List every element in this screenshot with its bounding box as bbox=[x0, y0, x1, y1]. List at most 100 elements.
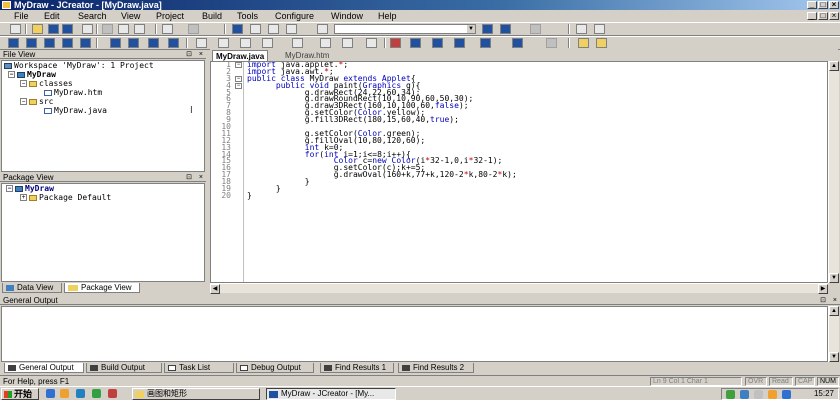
scroll-down-icon[interactable]: ▼ bbox=[829, 273, 839, 283]
indent-icon[interactable] bbox=[196, 38, 207, 48]
fullscreen-icon[interactable] bbox=[80, 38, 91, 48]
save-all-icon[interactable] bbox=[62, 24, 73, 34]
paste-icon[interactable] bbox=[134, 24, 145, 34]
arrange-icon[interactable] bbox=[168, 38, 179, 48]
tab-find-results-1[interactable]: Find Results 1 bbox=[320, 363, 394, 373]
pin-icon[interactable]: ⊡ bbox=[186, 173, 192, 182]
copy-icon[interactable] bbox=[118, 24, 129, 34]
network-icon[interactable] bbox=[782, 390, 791, 399]
collapse-icon[interactable]: − bbox=[20, 80, 27, 87]
code-editor[interactable]: 1 2 3 4 5 6 7 8 9 10 11 12 13 14 15 16 17 18 19 20 − − − im… bbox=[210, 61, 828, 283]
fold-marker[interactable]: − bbox=[235, 62, 242, 68]
tile-vertical-icon[interactable] bbox=[148, 38, 159, 48]
tray-icon[interactable] bbox=[740, 390, 749, 399]
volume-icon[interactable] bbox=[754, 390, 763, 399]
scroll-down-icon[interactable]: ▼ bbox=[829, 352, 839, 362]
tab-build-output[interactable]: Build Output bbox=[86, 363, 162, 373]
new-file-icon[interactable] bbox=[10, 24, 21, 34]
bookmark-next-icon[interactable] bbox=[250, 24, 261, 34]
minimize-button[interactable]: _ bbox=[807, 1, 817, 9]
output-panel[interactable] bbox=[1, 306, 828, 362]
scroll-left-icon[interactable]: ◀ bbox=[210, 284, 220, 294]
find-in-files-icon[interactable] bbox=[482, 24, 493, 34]
expand-icon[interactable]: + bbox=[20, 194, 27, 201]
menu-search[interactable]: Search bbox=[78, 10, 107, 22]
replace-icon[interactable] bbox=[500, 24, 511, 34]
tab-find-results-2[interactable]: Find Results 2 bbox=[398, 363, 474, 373]
tile-horizontal-icon[interactable] bbox=[128, 38, 139, 48]
doc-minimize-button[interactable]: _ bbox=[807, 12, 817, 20]
quicklaunch-icon[interactable] bbox=[108, 389, 117, 398]
menu-help[interactable]: Help bbox=[378, 10, 397, 22]
menu-configure[interactable]: Configure bbox=[275, 10, 314, 22]
chevron-down-icon[interactable]: ▼ bbox=[467, 25, 475, 33]
spaces-icon[interactable] bbox=[342, 38, 353, 48]
close-icon[interactable]: × bbox=[199, 173, 203, 182]
tab-mydraw-htm[interactable]: MyDraw.htm bbox=[282, 50, 332, 61]
folder-node-src[interactable]: − src bbox=[20, 97, 53, 106]
start-button[interactable]: 开始 bbox=[1, 388, 39, 400]
menu-tools[interactable]: Tools bbox=[237, 10, 258, 22]
menu-window[interactable]: Window bbox=[331, 10, 363, 22]
stop-icon[interactable] bbox=[546, 38, 557, 48]
pin-icon[interactable]: ⊡ bbox=[820, 296, 826, 305]
tab-debug-output[interactable]: Debug Output bbox=[236, 363, 314, 373]
menu-build[interactable]: Build bbox=[202, 10, 222, 22]
open-icon[interactable] bbox=[32, 24, 43, 34]
project-node[interactable]: − MyDraw bbox=[8, 70, 56, 79]
maximize-button[interactable]: □ bbox=[818, 1, 828, 9]
compile-project-icon[interactable] bbox=[410, 38, 421, 48]
doc-restore-button[interactable]: □ bbox=[818, 12, 828, 20]
folder-node-classes[interactable]: − classes bbox=[20, 79, 73, 88]
editor-horizontal-scrollbar[interactable]: ◀ ▶ bbox=[210, 283, 828, 294]
file-node-htm[interactable]: MyDraw.htm bbox=[44, 88, 102, 97]
context-help-icon[interactable] bbox=[596, 38, 607, 48]
workspace-node[interactable]: Workspace 'MyDraw': 1 Project bbox=[4, 61, 154, 70]
file-node-java[interactable]: MyDraw.java bbox=[44, 106, 107, 115]
scroll-up-icon[interactable]: ▲ bbox=[829, 61, 839, 71]
save-icon[interactable] bbox=[48, 24, 59, 34]
debug-icon[interactable] bbox=[454, 38, 465, 48]
editor-vertical-scrollbar[interactable]: ▲ ▼ bbox=[828, 61, 839, 283]
close-icon[interactable]: × bbox=[199, 50, 203, 59]
desktop-icon[interactable] bbox=[76, 389, 85, 398]
tab-data-view[interactable]: Data View bbox=[2, 283, 62, 293]
tab-general-output[interactable]: General Output bbox=[4, 363, 84, 373]
undo-icon[interactable] bbox=[162, 24, 173, 34]
menu-project[interactable]: Project bbox=[156, 10, 184, 22]
comment-icon[interactable] bbox=[240, 38, 251, 48]
quicklaunch-icon[interactable] bbox=[92, 389, 101, 398]
find-icon[interactable] bbox=[317, 24, 328, 34]
package-project-node[interactable]: − MyDraw bbox=[6, 184, 54, 193]
pin-icon[interactable]: ⊡ bbox=[186, 50, 192, 59]
back-icon[interactable] bbox=[576, 24, 587, 34]
close-icon[interactable]: × bbox=[833, 296, 837, 305]
cascade-icon[interactable] bbox=[110, 38, 121, 48]
collapse-icon[interactable]: − bbox=[20, 98, 27, 105]
goto-icon[interactable] bbox=[530, 24, 541, 34]
tab-package-view[interactable]: Package View bbox=[64, 283, 140, 293]
doc-close-button[interactable]: × bbox=[829, 12, 839, 20]
collapse-icon[interactable]: − bbox=[6, 185, 13, 192]
close-button[interactable]: × bbox=[829, 1, 839, 9]
print-icon[interactable] bbox=[82, 24, 93, 34]
bookmark-toggle-icon[interactable] bbox=[232, 24, 243, 34]
bookmark-clear-icon[interactable] bbox=[286, 24, 297, 34]
format-icon[interactable] bbox=[292, 38, 303, 48]
menu-file[interactable]: File bbox=[14, 10, 29, 22]
media-icon[interactable] bbox=[60, 389, 69, 398]
menu-view[interactable]: View bbox=[121, 10, 140, 22]
tab-task-list[interactable]: Task List bbox=[164, 363, 234, 373]
run-options-icon[interactable] bbox=[480, 38, 491, 48]
build-options-icon[interactable] bbox=[512, 38, 523, 48]
task-paint[interactable]: 画图和矩形 bbox=[132, 388, 260, 400]
workspace-icon[interactable] bbox=[8, 38, 19, 48]
scroll-up-icon[interactable]: ▲ bbox=[829, 306, 839, 316]
forward-icon[interactable] bbox=[594, 24, 605, 34]
output-vertical-scrollbar[interactable]: ▲ ▼ bbox=[828, 306, 839, 362]
file-view-icon[interactable] bbox=[26, 38, 37, 48]
ie-icon[interactable] bbox=[46, 389, 55, 398]
cut-icon[interactable] bbox=[102, 24, 113, 34]
output-view-icon[interactable] bbox=[62, 38, 73, 48]
scroll-right-icon[interactable]: ▶ bbox=[818, 284, 828, 294]
